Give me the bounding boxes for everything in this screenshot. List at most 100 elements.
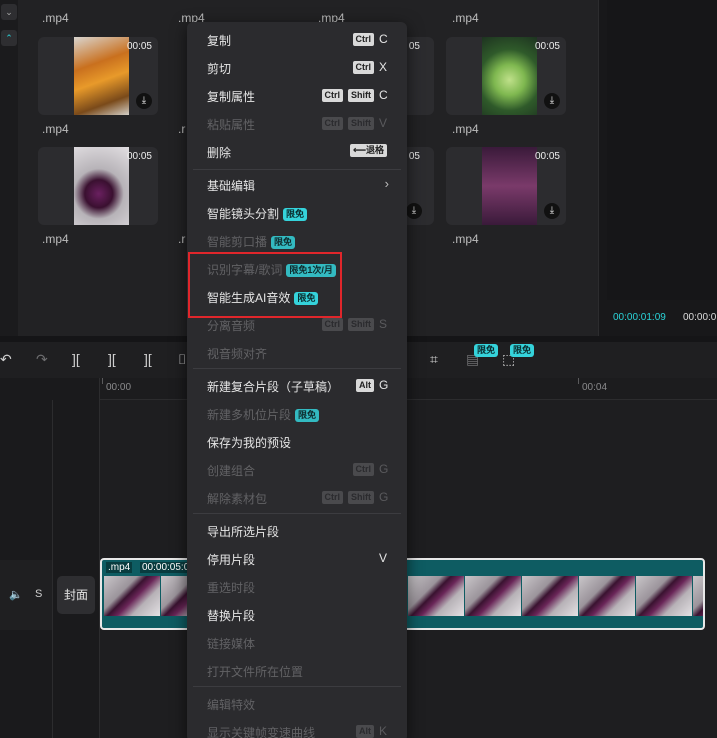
key-badge: Ctrl — [321, 317, 343, 331]
key-letter: K — [379, 724, 388, 738]
undo-icon[interactable]: ↶ — [0, 351, 12, 368]
clip-frame — [408, 576, 464, 616]
collapse-down-icon[interactable]: ⌄ — [1, 4, 17, 20]
clip-frame — [636, 576, 692, 616]
ruler-tick — [102, 378, 103, 384]
menu-item-link-media: 链接媒体 — [207, 637, 256, 651]
menu-item-copy[interactable]: 复制 Ctrl C — [187, 25, 407, 53]
current-timecode: 00:00:01:09 — [613, 312, 666, 323]
media-clip-card[interactable]: 00:05 ⤓ — [446, 37, 566, 115]
clip-thumbnail — [74, 37, 129, 115]
free-badge: 限免 — [474, 344, 499, 357]
key-badge: Alt — [356, 378, 374, 392]
menu-item-export-selected[interactable]: 导出所选片段 — [187, 516, 407, 544]
track-solo[interactable]: S — [35, 588, 42, 600]
menu-item-disable-clip[interactable]: 停用片段 V — [187, 544, 407, 572]
free-badge: 限免 — [294, 292, 319, 305]
clip-frame — [104, 576, 160, 616]
trim-left-icon[interactable]: ][ — [108, 351, 116, 367]
media-clip-card[interactable]: 00:05 ⤓ — [38, 37, 158, 115]
menu-item-copy-attributes[interactable]: 复制属性 Ctrl Shift C — [187, 81, 407, 109]
key-letter: X — [379, 60, 388, 74]
menu-item-show-keyframe-curve: 显示关键帧变速曲线 Alt K — [207, 724, 388, 738]
clip-duration: 05 — [408, 41, 420, 52]
key-badge: Ctrl — [321, 88, 343, 102]
menu-item-edit-effects: 编辑特效 — [207, 698, 256, 712]
key-badge: Shift — [348, 490, 374, 504]
chevron-right-icon: › — [384, 176, 389, 191]
menu-item-ai-sound-effect[interactable]: 智能生成AI音效 限免 — [187, 282, 407, 310]
track-controls: 🔈 S — [0, 560, 52, 630]
clip-frame — [522, 576, 578, 616]
download-icon[interactable]: ⤓ — [544, 203, 560, 219]
key-letter: S — [379, 317, 388, 331]
menu-item-smart-shot-split[interactable]: 智能镜头分割 限免 — [187, 198, 407, 226]
clip-duration: 00:05 — [534, 151, 560, 162]
free-badge: 限免1次/月 — [286, 264, 336, 277]
clip-duration-label: 00:00:05:0 — [140, 562, 192, 573]
key-badge: Ctrl — [321, 116, 343, 130]
menu-item-recognize-subtitles: 识别字幕/歌词 限免1次/月 — [187, 254, 407, 282]
menu-item-av-align: 视音频对齐 — [207, 347, 268, 361]
menu-item-save-preset[interactable]: 保存为我的预设 — [187, 427, 407, 455]
clip-duration: 05 — [408, 151, 420, 162]
clip-frame — [693, 576, 703, 616]
key-letter: V — [379, 116, 388, 130]
clip-name: .mp4 — [452, 11, 479, 25]
speaker-icon[interactable]: 🔈 — [9, 588, 23, 601]
menu-item-ungroup-pack: 解除素材包 Ctrl Shift G — [207, 490, 389, 506]
menu-item-delete[interactable]: 删除 ⟵退格 — [187, 137, 407, 165]
menu-item-cut[interactable]: 剪切 Ctrl X — [187, 53, 407, 81]
clip-name: .mp4 — [452, 232, 479, 246]
menu-item-new-compound-clip[interactable]: 新建复合片段（子草稿） Alt G — [187, 371, 407, 399]
menu-separator — [193, 686, 401, 687]
redo-icon[interactable]: ↷ — [36, 351, 48, 368]
trim-right-icon[interactable]: ][ — [144, 351, 152, 367]
clip-name: .mp4 — [42, 11, 69, 25]
clip-thumbnail — [74, 147, 129, 225]
total-timecode: 00:00:0 — [683, 312, 717, 323]
clip-name: .mp4 — [452, 122, 479, 136]
media-clip-card[interactable]: 00:05 — [38, 147, 158, 225]
clip-name: .mp4 — [42, 232, 69, 246]
clip-duration: 00:05 — [126, 151, 152, 162]
key-badge: Shift — [348, 317, 374, 331]
clip-name: .r — [178, 122, 186, 136]
ruler-tick — [578, 378, 579, 384]
clip-duration: 00:05 — [534, 41, 560, 52]
menu-item-open-file-location: 打开文件所在位置 — [207, 665, 304, 679]
menu-item-smart-talk-cut: 智能剪口播 限免 — [187, 226, 407, 254]
key-badge: Shift — [348, 88, 374, 102]
menu-item-replace-clip[interactable]: 替换片段 — [187, 600, 407, 628]
context-menu: 复制 Ctrl C 剪切 Ctrl X 复制属性 Ctrl Shift C 粘贴属性 C… — [187, 22, 407, 738]
media-clip-card[interactable]: 00:05 ⤓ — [446, 147, 566, 225]
clip-frame — [579, 576, 635, 616]
menu-item-reselect-range: 重选时段 — [207, 581, 256, 595]
download-icon[interactable]: ⤓ — [136, 93, 152, 109]
track-header-column — [0, 378, 100, 738]
key-letter: C — [379, 32, 388, 46]
free-badge: 限免 — [271, 236, 296, 249]
key-badge: Shift — [348, 116, 374, 130]
clip-duration: 00:05 — [126, 41, 152, 52]
key-letter: G — [379, 462, 389, 476]
delete-icon[interactable]: ⌷ — [178, 351, 186, 368]
clip-thumbnail — [482, 37, 537, 115]
cover-button[interactable]: 封面 — [57, 576, 95, 614]
menu-item-create-group: 创建组合 Ctrl G — [207, 462, 389, 478]
crop-icon[interactable]: ⌗ — [430, 351, 438, 368]
download-icon[interactable]: ⤓ — [406, 203, 422, 219]
key-letter: G — [379, 378, 389, 392]
menu-item-basic-edit[interactable]: 基础编辑 › — [187, 170, 407, 198]
collapse-up-icon[interactable]: ⌃ — [1, 30, 17, 46]
split-icon[interactable]: ][ — [72, 351, 80, 367]
key-badge: Ctrl — [352, 462, 374, 476]
key-badge: Ctrl — [352, 32, 374, 46]
preview-canvas — [607, 0, 717, 300]
clip-label: .mp4 — [106, 562, 133, 573]
key-badge: Alt — [356, 724, 374, 738]
free-badge: 限免 — [283, 208, 308, 221]
free-badge: 限免 — [295, 409, 320, 422]
menu-item-new-multicam-clip: 新建多机位片段 限免 — [187, 399, 407, 427]
download-icon[interactable]: ⤓ — [544, 93, 560, 109]
